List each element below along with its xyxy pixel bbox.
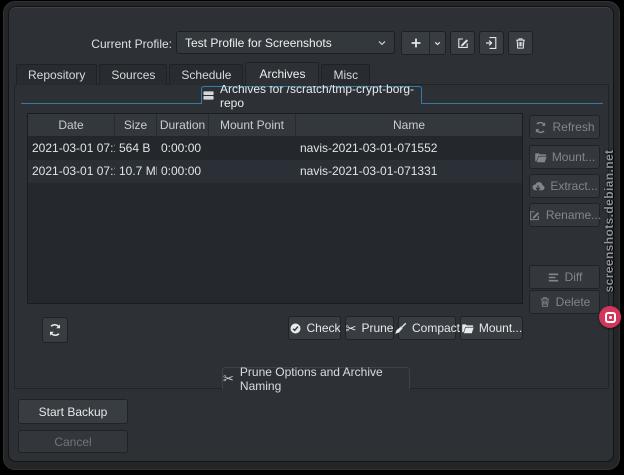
cell-duration: 0:00:00 <box>157 137 209 160</box>
start-backup-button[interactable]: Start Backup <box>18 399 128 424</box>
diff-archives-button[interactable]: Diff <box>529 265 600 289</box>
cancel-label: Cancel <box>54 435 91 449</box>
table-row[interactable]: 2021-03-01 07:15 564 B 0:00:00 navis-202… <box>28 137 522 160</box>
document-arrow-icon <box>485 36 499 50</box>
cell-name: navis-2021-03-01-071552 <box>296 137 522 160</box>
rename-label: Rename... <box>546 208 601 222</box>
edit-profile-button[interactable] <box>450 31 475 55</box>
prune-options-label: Prune Options and Archive Naming <box>240 365 409 393</box>
export-profile-button[interactable] <box>479 31 504 55</box>
profile-select[interactable]: Test Profile for Screenshots <box>176 31 395 54</box>
cell-size: 564 B <box>115 137 157 160</box>
diff-label: Diff <box>565 270 583 284</box>
camera-dot <box>609 316 612 319</box>
diff-bars-icon <box>547 271 560 284</box>
tab-archives[interactable]: Archives <box>245 62 319 86</box>
edit-icon <box>456 36 470 50</box>
scissors-icon: ✂ <box>346 322 357 335</box>
compact-button[interactable]: Compact <box>398 316 456 340</box>
broom-icon <box>394 322 407 335</box>
profile-select-value: Test Profile for Screenshots <box>185 36 376 50</box>
tab-sources[interactable]: Sources <box>99 64 167 85</box>
watermark-text: screenshots.debian.net <box>602 150 616 293</box>
folder-icon <box>461 322 474 335</box>
cell-date: 2021-03-01 07:13 <box>28 160 115 183</box>
edit-icon <box>528 209 541 222</box>
refresh-list-button[interactable] <box>42 317 68 343</box>
table-row[interactable]: 2021-03-01 07:13 10.7 MB 0:00:00 navis-2… <box>28 160 522 183</box>
cell-name: navis-2021-03-01-071331 <box>296 160 522 183</box>
cell-mount-point <box>209 137 296 160</box>
rename-archive-button[interactable]: Rename... <box>529 203 600 227</box>
extract-label: Extract... <box>550 179 597 193</box>
main-tab-bar: Repository Sources Schedule Archives Mis… <box>16 61 372 85</box>
column-header-name[interactable]: Name <box>296 114 522 136</box>
cancel-button[interactable]: Cancel <box>18 430 128 453</box>
tab-schedule[interactable]: Schedule <box>169 64 243 85</box>
compact-label: Compact <box>412 321 460 335</box>
plus-icon[interactable] <box>402 32 430 54</box>
cloud-download-icon <box>531 180 545 193</box>
check-label: Check <box>307 321 341 335</box>
add-profile-button[interactable] <box>401 31 446 55</box>
trash-icon <box>514 37 527 50</box>
column-header-size[interactable]: Size <box>115 114 157 136</box>
column-header-duration[interactable]: Duration <box>157 114 209 136</box>
archives-stack-icon <box>202 89 215 102</box>
screen: Current Profile: Test Profile for Screen… <box>0 0 624 475</box>
column-header-date[interactable]: Date <box>28 114 115 136</box>
cell-date: 2021-03-01 07:15 <box>28 137 115 160</box>
trash-icon <box>539 296 551 308</box>
scissors-icon: ✂ <box>223 372 234 385</box>
refresh-icon <box>534 121 547 134</box>
column-header-mount-point[interactable]: Mount Point <box>209 114 296 136</box>
chevron-down-icon <box>376 37 388 49</box>
archives-repo-header-tab[interactable]: Archives for /scratch/tmp-crypt-borg-rep… <box>201 86 422 104</box>
current-profile-label: Current Profile: <box>56 37 172 51</box>
delete-label: Delete <box>556 295 591 309</box>
prune-button[interactable]: ✂ Prune <box>345 316 394 340</box>
archives-table: Date Size Duration Mount Point Name 2021… <box>27 113 523 304</box>
start-backup-label: Start Backup <box>39 405 108 419</box>
delete-profile-button[interactable] <box>508 31 533 55</box>
mount-label: Mount... <box>552 150 595 164</box>
add-profile-menu-arrow[interactable] <box>430 32 445 54</box>
prune-options-section-tab[interactable]: ✂ Prune Options and Archive Naming <box>222 367 410 389</box>
refresh-icon <box>48 323 62 337</box>
refresh-label: Refresh <box>552 120 594 134</box>
camera-ring <box>605 312 616 323</box>
folder-icon <box>534 151 547 164</box>
camera-badge-icon <box>599 306 621 328</box>
cell-size: 10.7 MB <box>115 160 157 183</box>
prune-label: Prune <box>361 321 393 335</box>
mount-archive-button[interactable]: Mount... <box>529 145 600 169</box>
cell-mount-point <box>209 160 296 183</box>
check-circle-icon <box>289 322 302 335</box>
cell-duration: 0:00:00 <box>157 160 209 183</box>
mount-button[interactable]: Mount... <box>460 316 523 340</box>
refresh-archives-button[interactable]: Refresh <box>529 115 600 139</box>
check-button[interactable]: Check <box>288 316 341 340</box>
mount-bottom-label: Mount... <box>479 321 522 335</box>
tab-misc[interactable]: Misc <box>321 64 370 85</box>
extract-archive-button[interactable]: Extract... <box>529 174 600 198</box>
tab-repository[interactable]: Repository <box>16 64 97 85</box>
archives-table-header: Date Size Duration Mount Point Name <box>28 114 522 137</box>
delete-archive-button[interactable]: Delete <box>529 290 600 314</box>
